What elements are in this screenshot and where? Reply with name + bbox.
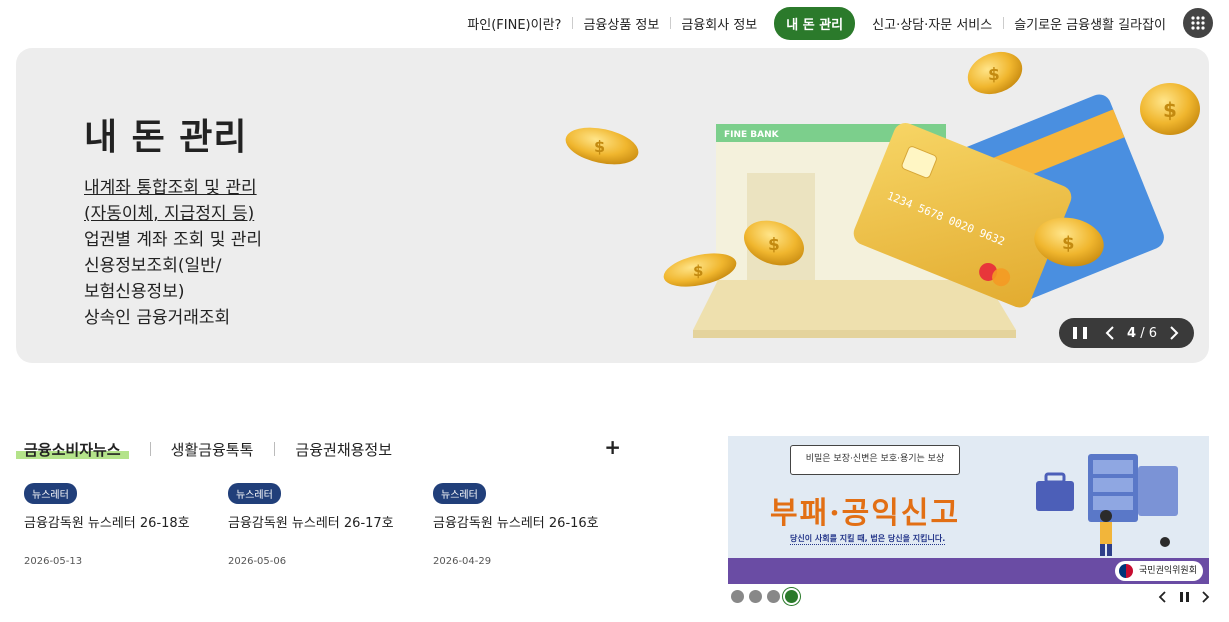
tab-life-finance[interactable]: 생활금융톡톡 [149, 439, 275, 460]
banner-prev-button[interactable] [1155, 589, 1169, 605]
hero-link-account-integrated[interactable]: 내계좌 통합조회 및 관리 [84, 175, 262, 201]
banner-dot[interactable] [749, 590, 762, 603]
svg-text:$: $ [988, 65, 1000, 85]
tab-consumer-news[interactable]: 금융소비자뉴스 [16, 439, 150, 460]
news-tab-bar: 금융소비자뉴스 생활금융톡톡 금융권채용정보 + [16, 435, 621, 461]
hero-item-credit-info[interactable]: 신용정보조회(일반/ [84, 253, 262, 279]
banner-controls [1155, 589, 1213, 605]
chevron-left-icon [1105, 326, 1114, 340]
banner-illustration [1036, 454, 1178, 556]
hero-item-sector-account[interactable]: 업권별 계좌 조회 및 관리 [84, 227, 262, 253]
banner-org-badge: 국민권익위원회 [1115, 561, 1203, 581]
svg-text:$: $ [1163, 98, 1177, 122]
nav-item-product-info[interactable]: 금융상품 정보 [572, 14, 670, 33]
slider-next-button[interactable] [1165, 324, 1183, 342]
window-label: FINE BANK [724, 130, 780, 140]
nav-item-fine-intro[interactable]: 파인(FINE)이란? [456, 14, 572, 33]
banner-sub-text: 당신이 사회를 지킬 때, 법은 당신을 지킵니다. [790, 534, 946, 545]
news-list-item[interactable]: 뉴스레터 금융감독원 뉴스레터 26-18호 2026-05-13 [24, 483, 214, 567]
banner-quote: 비밀은 보장·신변은 보호·용기는 보상 [790, 445, 960, 475]
nav-item-company-info[interactable]: 금융회사 정보 [670, 14, 768, 33]
news-list-item[interactable]: 뉴스레터 금융감독원 뉴스레터 26-17호 2026-05-06 [228, 483, 418, 567]
grid-menu-icon [1191, 16, 1205, 30]
news-title[interactable]: 금융감독원 뉴스레터 26-18호 [24, 512, 214, 531]
hero-service-list: 내계좌 통합조회 및 관리 (자동이체, 지급정지 등) 업권별 계좌 조회 및… [84, 175, 262, 331]
chevron-left-icon [1158, 591, 1166, 603]
news-more-button[interactable]: + [604, 435, 621, 459]
banner-pause-button[interactable] [1177, 589, 1191, 605]
svg-text:$: $ [693, 262, 703, 280]
svg-text:$: $ [768, 235, 780, 255]
hero-item-insurance-credit[interactable]: 보험신용정보) [84, 279, 262, 305]
banner-dot[interactable] [767, 590, 780, 603]
hero-slider-controls: 4 / 6 [1059, 318, 1194, 348]
banner-dot[interactable] [731, 590, 744, 603]
news-badge: 뉴스레터 [24, 483, 77, 504]
hero-title: 내 돈 관리 [84, 117, 248, 158]
hero-banner: 내 돈 관리 내계좌 통합조회 및 관리 (자동이체, 지급정지 등) 업권별 … [16, 48, 1209, 363]
top-navigation: 파인(FINE)이란? 금융상품 정보 금융회사 정보 내 돈 관리 신고·상담… [456, 6, 1213, 40]
svg-text:$: $ [1062, 233, 1075, 254]
slider-separator: / [1140, 325, 1145, 341]
chevron-right-icon [1202, 591, 1210, 603]
hero-illustration: FINE BANK 1234 5678 0020 9632 $ $ $ $ $ … [565, 51, 1200, 338]
news-date: 2026-05-13 [24, 556, 83, 567]
slider-total: 6 [1148, 325, 1157, 341]
all-menu-button[interactable] [1183, 8, 1213, 38]
banner-org-name: 국민권익위원회 [1139, 566, 1197, 576]
slider-current: 4 [1127, 325, 1137, 341]
nav-item-report-consult[interactable]: 신고·상담·자문 서비스 [861, 14, 1003, 33]
nav-item-finance-guide[interactable]: 슬기로운 금융생활 길라잡이 [1003, 14, 1177, 33]
slider-counter: 4 / 6 [1127, 326, 1157, 341]
banner-dot-active[interactable] [785, 590, 798, 603]
hero-link-auto-transfer[interactable]: (자동이체, 지급정지 등) [84, 201, 262, 227]
banner-main-text: 부패·공익신고 [770, 496, 961, 531]
news-badge: 뉴스레터 [433, 483, 486, 504]
banner-pagination [731, 590, 798, 603]
svg-text:$: $ [594, 137, 605, 156]
news-title[interactable]: 금융감독원 뉴스레터 26-16호 [433, 512, 623, 531]
banner-next-button[interactable] [1199, 589, 1213, 605]
news-badge: 뉴스레터 [228, 483, 281, 504]
chevron-right-icon [1170, 326, 1179, 340]
news-date: 2026-05-06 [228, 556, 287, 567]
news-title[interactable]: 금융감독원 뉴스레터 26-17호 [228, 512, 418, 531]
tab-finance-jobs[interactable]: 금융권채용정보 [274, 439, 413, 460]
government-seal-icon [1119, 564, 1134, 578]
news-list-item[interactable]: 뉴스레터 금융감독원 뉴스레터 26-16호 2026-04-29 [433, 483, 623, 567]
slider-prev-button[interactable] [1101, 324, 1119, 342]
hero-item-heir-inquiry[interactable]: 상속인 금융거래조회 [84, 305, 262, 331]
nav-item-my-money[interactable]: 내 돈 관리 [774, 6, 856, 40]
slider-pause-button[interactable] [1073, 326, 1087, 340]
news-date: 2026-04-29 [433, 556, 492, 567]
promo-banner[interactable]: 비밀은 보장·신변은 보호·용기는 보상 부패·공익신고 당신이 사회를 지킬 … [728, 436, 1209, 584]
